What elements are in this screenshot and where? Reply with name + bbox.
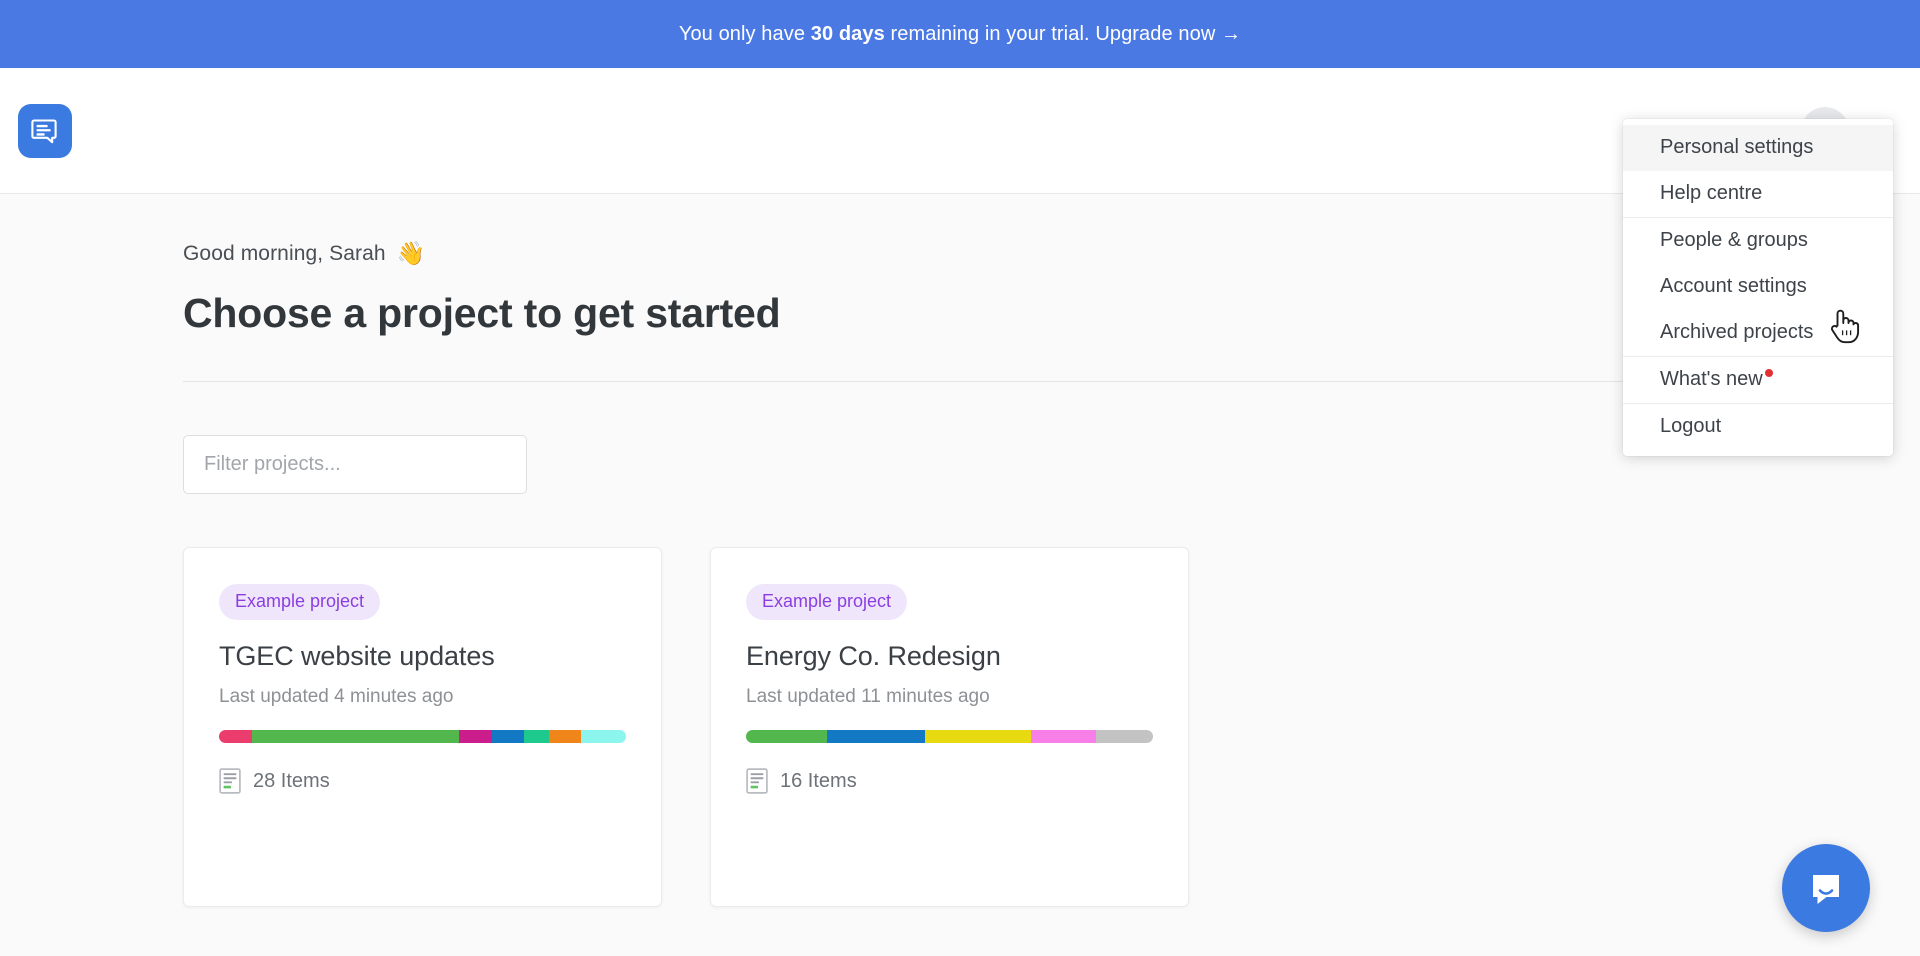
progress-segment — [459, 730, 492, 743]
progress-segment — [524, 730, 549, 743]
menu-group: Logout — [1623, 403, 1893, 450]
project-last-updated: Last updated 11 minutes ago — [746, 686, 990, 707]
project-card[interactable]: Example project TGEC website updates Las… — [183, 547, 662, 907]
document-list-icon — [746, 768, 768, 794]
project-items-count-row: 28 Items — [219, 768, 626, 794]
progress-segment — [581, 730, 626, 743]
chat-launcher-button[interactable] — [1782, 844, 1870, 932]
project-badge: Example project — [746, 584, 908, 620]
greeting: Good morning, Sarah 👋 — [183, 240, 781, 267]
waving-hand-icon: 👋 — [396, 240, 426, 266]
app-header: SJ Personal settings Help centre People … — [0, 68, 1920, 456]
chat-bubble-icon — [1813, 875, 1839, 904]
project-cards-row: Example project TGEC website updates Las… — [183, 547, 1880, 907]
project-last-updated: Last updated 4 minutes ago — [219, 686, 454, 707]
notification-dot-icon — [1764, 369, 1773, 377]
progress-segment — [1030, 730, 1096, 743]
project-badge: Example project — [219, 584, 381, 620]
progress-segment — [827, 730, 926, 743]
menu-item-label: What's new — [1660, 368, 1763, 390]
project-items-count: 16 Items — [780, 769, 857, 792]
filter-projects-input[interactable] — [183, 435, 527, 494]
project-progress-bar — [219, 730, 626, 743]
progress-segment — [548, 730, 582, 743]
menu-group: What's new — [1623, 356, 1893, 403]
trial-banner: You only have 30 days remaining in your … — [0, 0, 1920, 68]
section-divider — [183, 381, 1858, 382]
menu-item-logout[interactable]: Logout — [1623, 404, 1893, 450]
page-title: Choose a project to get started — [183, 290, 781, 336]
trial-banner-middle: remaining in your trial. — [884, 22, 1096, 45]
menu-item-whats-new[interactable]: What's new — [1623, 357, 1893, 403]
trial-days-remaining: 30 days — [810, 22, 885, 45]
menu-item-help-centre[interactable]: Help centre — [1623, 171, 1893, 217]
project-progress-bar — [746, 730, 1153, 743]
menu-group: Personal settings Help centre — [1623, 125, 1893, 217]
progress-segment — [219, 730, 252, 743]
greeting-block: Good morning, Sarah 👋 Choose a project t… — [183, 194, 781, 337]
project-title: TGEC website updates — [219, 641, 495, 671]
project-items-count-row: 16 Items — [746, 768, 1153, 794]
progress-segment — [251, 730, 460, 743]
menu-item-people-and-groups[interactable]: People & groups — [1623, 218, 1893, 264]
document-list-icon — [219, 768, 241, 794]
project-card[interactable]: Example project Energy Co. Redesign Last… — [710, 547, 1189, 907]
project-items-count: 28 Items — [253, 769, 330, 792]
progress-segment — [1095, 730, 1153, 743]
menu-group: People & groups Account settings Archive… — [1623, 217, 1893, 356]
account-dropdown-menu[interactable]: Personal settings Help centre People & g… — [1623, 119, 1893, 456]
project-title: Energy Co. Redesign — [746, 641, 1001, 671]
menu-item-account-settings[interactable]: Account settings — [1623, 264, 1893, 310]
progress-segment — [746, 730, 828, 743]
document-logo-icon[interactable] — [18, 103, 72, 158]
upgrade-now-link[interactable]: Upgrade now → — [1095, 23, 1241, 46]
greeting-text: Good morning, Sarah — [183, 241, 386, 265]
progress-segment — [925, 730, 1031, 743]
progress-segment — [491, 730, 525, 743]
trial-banner-prefix: You only have — [678, 22, 811, 45]
menu-item-personal-settings[interactable]: Personal settings — [1623, 125, 1893, 171]
menu-item-archived-projects[interactable]: Archived projects — [1623, 310, 1893, 356]
